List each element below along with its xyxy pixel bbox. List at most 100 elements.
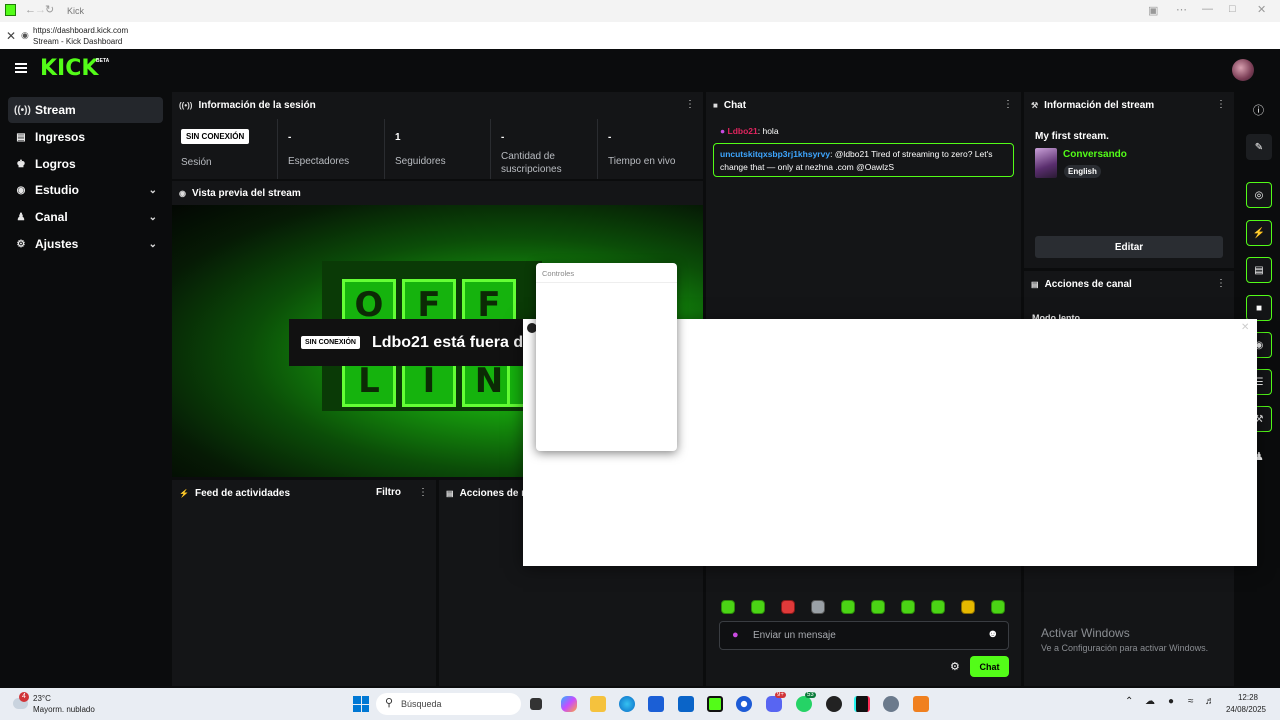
controls-popup[interactable]: Controles: [536, 263, 677, 451]
chat-header: ■ Chat: [706, 92, 1021, 119]
address-bar: ✕ ◉ https://dashboard.kick.com Stream - …: [0, 22, 1280, 49]
chat-settings-icon[interactable]: ⚙: [950, 660, 960, 673]
clock-time[interactable]: 12:28: [1222, 693, 1258, 702]
sidebar-item-label: Logros: [35, 157, 76, 171]
emote-icon[interactable]: [901, 600, 915, 614]
studio-icon: ◉: [16, 184, 26, 196]
chat-message-highlighted: uncutskitqxsbp3rj1khsyrvy: @ldbo21 Tired…: [713, 143, 1014, 177]
info-icon[interactable]: ⓘ: [1253, 102, 1264, 118]
edit-label: Editar: [1114, 241, 1144, 253]
chat-username[interactable]: uncutskitqxsbp3rj1khsyrvy: [720, 149, 830, 159]
emote-icon[interactable]: [871, 600, 885, 614]
wifi-icon[interactable]: ≈: [1188, 696, 1194, 707]
session-status: SIN CONEXIÓN Sesión: [172, 119, 278, 179]
maximize-icon[interactable]: □: [1229, 3, 1236, 15]
settings-icon[interactable]: [883, 696, 899, 712]
mic-tray-icon[interactable]: ●: [1168, 696, 1174, 707]
chevron-up-icon[interactable]: ⌃: [1125, 696, 1133, 707]
tiktok-icon[interactable]: [854, 696, 870, 712]
app-icon[interactable]: [913, 696, 929, 712]
emoji-icon[interactable]: ☻: [987, 628, 999, 640]
sidebar-item-label: Stream: [35, 103, 76, 117]
sidebar-item-estudio[interactable]: ◉ Estudio ⌄: [8, 177, 163, 203]
menu-icon[interactable]: [15, 63, 27, 73]
status-badge: SIN CONEXIÓN: [181, 129, 250, 144]
volume-icon[interactable]: ♬: [1205, 696, 1215, 707]
offline-banner: SIN CONEXIÓN Ldbo21 está fuera d: [289, 319, 534, 366]
windows-watermark-title: Activar Windows: [1041, 626, 1130, 640]
sidebar-item-stream[interactable]: ((•)) Stream: [8, 97, 163, 123]
store-icon[interactable]: [648, 696, 664, 712]
sidebar-item-logros[interactable]: ♚ Logros: [8, 151, 163, 177]
emote-icon[interactable]: [811, 600, 825, 614]
outlook-icon[interactable]: [678, 696, 694, 712]
cloud-icon[interactable]: ☁: [1145, 696, 1155, 707]
stop-loading-icon[interactable]: ✕: [6, 29, 16, 43]
discord-icon[interactable]: [766, 696, 782, 712]
stat-label: Espectadores: [288, 156, 350, 167]
minimize-icon[interactable]: —: [1202, 3, 1213, 15]
emote-icon[interactable]: [751, 600, 765, 614]
rail-chat-button[interactable]: ■: [1246, 295, 1272, 321]
stream-title: My first stream.: [1035, 131, 1109, 142]
whatsapp-icon[interactable]: [796, 696, 812, 712]
file-explorer-icon[interactable]: [590, 696, 606, 712]
edit-pencil-button[interactable]: ✎: [1246, 134, 1272, 160]
app-header: KICK BETA: [0, 49, 1280, 91]
chat-menu-icon[interactable]: ⋮: [1003, 99, 1013, 110]
emote-icon[interactable]: [931, 600, 945, 614]
stat-value: -: [501, 132, 505, 143]
chat-send-button[interactable]: Chat: [970, 656, 1009, 677]
windows-taskbar: 4 23°C Mayorm. nublado ⚲ Búsqueda 9+ 53 …: [0, 688, 1280, 720]
sidebar-item-label: Ajustes: [35, 237, 79, 251]
session-panel-header: ((•)) Información de la sesión: [172, 92, 703, 119]
chat-input[interactable]: ● Enviar un mensaje ☻: [719, 621, 1009, 650]
start-button[interactable]: [353, 696, 369, 712]
edit-button[interactable]: Editar: [1035, 236, 1223, 258]
clock-date[interactable]: 24/08/2025: [1222, 705, 1266, 714]
sidebar-item-canal[interactable]: ♟ Canal ⌄: [8, 204, 163, 230]
emote-icon[interactable]: [841, 600, 855, 614]
edge-icon[interactable]: [619, 696, 635, 712]
stream-info-menu-icon[interactable]: ⋮: [1216, 99, 1226, 110]
emote-icon[interactable]: [781, 600, 795, 614]
list-icon: ▤: [446, 488, 454, 498]
url-text[interactable]: https://dashboard.kick.com: [33, 26, 128, 35]
chat-message: ● Ldbo21: hola: [720, 126, 779, 136]
kick-taskbar-icon[interactable]: [707, 696, 723, 712]
channel-actions-menu-icon[interactable]: ⋮: [1216, 278, 1226, 289]
emote-icon[interactable]: [721, 600, 735, 614]
chat-username[interactable]: Ldbo21: [728, 126, 758, 136]
chat-title: Chat: [723, 100, 747, 111]
taskbar-search[interactable]: ⚲ Búsqueda: [376, 693, 521, 715]
emote-icon[interactable]: [991, 600, 1005, 614]
rail-bolt-button[interactable]: ⚡: [1246, 220, 1272, 246]
kick-logo[interactable]: KICK: [40, 56, 98, 81]
emote-icon[interactable]: [961, 600, 975, 614]
rail-doc-button[interactable]: ▤: [1246, 257, 1272, 283]
category-name[interactable]: Conversando: [1063, 149, 1127, 160]
browser-taskbar-icon[interactable]: [736, 696, 752, 712]
sidebar-item-ingresos[interactable]: ▤ Ingresos: [8, 124, 163, 150]
rail-target-button[interactable]: ◎: [1246, 182, 1272, 208]
chevron-down-icon: ⌄: [148, 211, 157, 223]
site-info-icon[interactable]: ◉: [21, 30, 29, 41]
copilot-icon[interactable]: [561, 696, 577, 712]
stream-info-panel: ⚒ Información del stream ⋮ My first stre…: [1024, 92, 1234, 268]
sidebar-item-ajustes[interactable]: ⚙ Ajustes ⌄: [8, 231, 163, 257]
task-view-icon[interactable]: [530, 698, 542, 710]
filter-button[interactable]: Filtro: [376, 487, 401, 498]
broadcast-icon: ((•)): [179, 101, 193, 110]
tabs-icon[interactable]: ▣: [1148, 4, 1158, 17]
stream-info-title: Información del stream: [1044, 100, 1155, 111]
close-window-icon[interactable]: ✕: [1257, 3, 1266, 16]
more-icon[interactable]: ⋯: [1176, 3, 1187, 16]
popup-close-icon[interactable]: ✕: [1241, 322, 1249, 333]
obs-icon[interactable]: [826, 696, 842, 712]
preview-panel-header: ◉ Vista previa del stream: [172, 181, 703, 205]
session-menu-icon[interactable]: ⋮: [685, 99, 695, 110]
avatar[interactable]: [1232, 59, 1254, 81]
chat-icon: ■: [713, 101, 718, 110]
reload-icon[interactable]: ↻: [45, 3, 54, 16]
activity-menu-icon[interactable]: ⋮: [418, 487, 428, 498]
